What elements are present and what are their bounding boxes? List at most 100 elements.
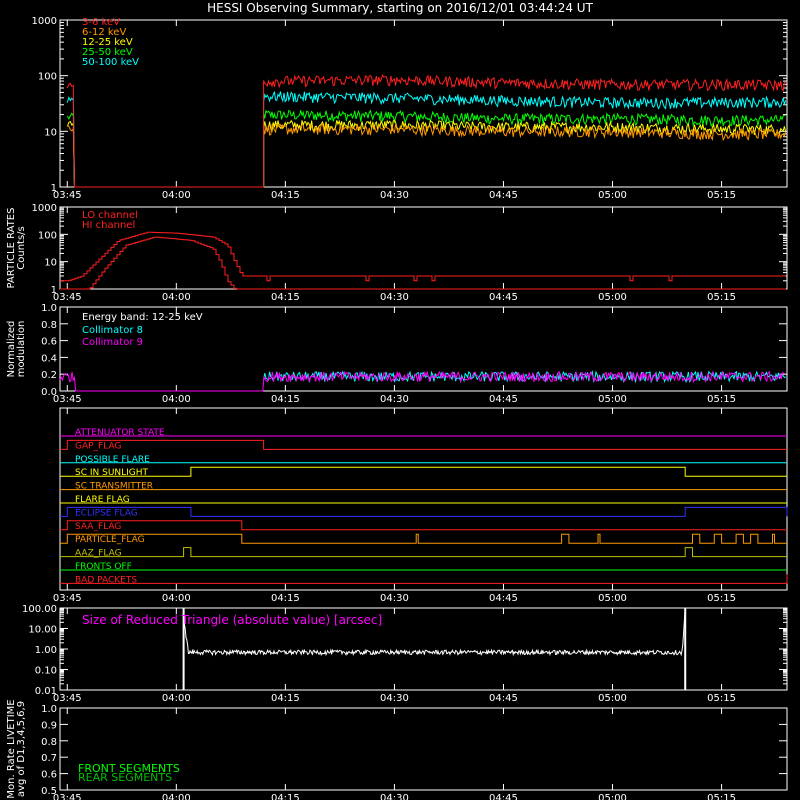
x-tick-label: 04:30 (380, 190, 409, 201)
x-tick-label: 05:15 (707, 793, 736, 800)
series-line-Collimator-9 (59, 370, 786, 392)
flag-line-BAD-PACKETS (60, 574, 788, 584)
x-tick-label: 04:45 (489, 693, 518, 704)
x-tick-label: 05:15 (707, 593, 736, 604)
flag-label: AAZ_FLAG (75, 549, 122, 559)
panel-frame (59, 407, 788, 591)
legend-entry: 50-100 keV (82, 57, 139, 68)
y-tick-label: 0.8 (41, 320, 57, 331)
x-tick-label: 04:15 (271, 292, 300, 303)
legend-entry: HI channel (82, 220, 135, 231)
panel-frame (59, 206, 788, 290)
flag-label: SAA_FLAG (75, 522, 121, 532)
x-tick-label: 04:15 (271, 693, 300, 704)
y-tick-label: 0.7 (41, 753, 57, 764)
y-tick-label: 0.6 (41, 770, 57, 781)
panel-3: 03:45 04:00 04:15 04:30 04:45 05:00 05:15 Norma… (6, 303, 788, 405)
y-axis-label-line: Counts/s (16, 226, 27, 270)
y-tick-label: 100.00 (22, 604, 57, 615)
x-tick-label: 04:15 (271, 593, 300, 604)
x-tick-label: 04:45 (489, 292, 518, 303)
legend-entry: Collimator 9 (82, 337, 143, 348)
y-tick-label: 0.10 (35, 666, 57, 677)
series-line-25-50-keV (66, 109, 786, 188)
panel-frame (59, 19, 788, 188)
y-tick-label: 0.0 (41, 387, 57, 398)
x-tick-label: 04:00 (162, 394, 191, 405)
flag-label: FLARE FLAG (75, 495, 130, 505)
flag-line-SC-IN-SUNLIGHT (60, 466, 787, 477)
panel-6: 03:45 04:00 04:15 04:30 04:45 05:00 05:15 Mon. … (6, 699, 788, 800)
x-tick-label: 04:30 (380, 793, 409, 800)
sas-annotation: Size of Reduced Triangle (absolute value… (82, 613, 382, 627)
x-tick-label: 05:00 (598, 693, 627, 704)
panel-5: 03:45 04:00 04:15 04:30 04:45 05:00 05:15 0.01 0… (22, 604, 788, 704)
flag-line-SAA-FLAG (60, 520, 787, 531)
flag-line-AAZ-FLAG (60, 547, 787, 558)
y-axis-label-line: modulation (16, 321, 27, 378)
figure-title: HESSI Observing Summary, starting on 201… (207, 1, 593, 15)
x-tick-label: 05:15 (707, 190, 736, 201)
energy-band-annotation: Energy band: 12-25 keV (82, 312, 203, 323)
x-tick-label: 05:00 (598, 190, 627, 201)
panel-1: 03:45 04:00 04:15 04:30 04:45 05:00 05:15 1 10 10… (32, 16, 788, 201)
x-tick-label: 03:45 (53, 593, 82, 604)
x-tick-label: 04:30 (380, 292, 409, 303)
y-tick-label: 100 (38, 230, 57, 241)
flag-label: POSSIBLE FLARE (75, 455, 150, 465)
flag-line-PARTICLE-FLAG (60, 533, 787, 544)
flag-label: SC IN SUNLIGHT (75, 468, 149, 478)
y-axis-label: PARTICLE RATESCounts/s (6, 208, 27, 289)
flag-line-ECLIPSE-FLAG (60, 506, 788, 517)
panel-2: 03:45 04:00 04:15 04:30 04:45 05:00 05:15 PARTI… (6, 203, 788, 303)
y-tick-label: 0.2 (41, 370, 57, 381)
y-tick-label: 0.5 (41, 786, 57, 797)
y-tick-label: 0.6 (41, 337, 57, 348)
x-tick-label: 05:00 (598, 394, 627, 405)
x-tick-label: 03:45 (53, 394, 82, 405)
y-tick-label: 1 (51, 285, 57, 296)
x-tick-label: 04:30 (380, 693, 409, 704)
x-tick-label: 04:00 (162, 693, 191, 704)
hessi-summary-figure: HESSI Observing Summary, starting on 201… (6, 1, 788, 800)
y-tick-label: 1.0 (41, 704, 57, 715)
flag-label: ECLIPSE FLAG (75, 508, 138, 518)
x-tick-label: 05:00 (598, 292, 627, 303)
y-tick-label: 0.4 (41, 353, 57, 364)
x-tick-label: 04:00 (162, 292, 191, 303)
x-tick-label: 05:00 (598, 793, 627, 800)
x-tick-label: 04:00 (162, 793, 191, 800)
y-tick-label: 1.0 (41, 303, 57, 314)
x-tick-label: 04:45 (489, 793, 518, 800)
x-tick-label: 04:00 (162, 190, 191, 201)
y-axis-label: Normalizedmodulation (6, 321, 27, 378)
flag-label: PARTICLE_FLAG (75, 535, 145, 545)
x-tick-label: 03:45 (53, 693, 82, 704)
y-tick-label: 10 (44, 258, 57, 269)
x-tick-label: 03:45 (53, 292, 82, 303)
panel-4: 03:45 04:00 04:15 04:30 04:45 05:00 05:15 ATTEN… (53, 407, 788, 604)
y-tick-label: 10.00 (28, 625, 57, 636)
series-line-50-100-keV (66, 91, 787, 188)
y-tick-label: 1000 (32, 203, 57, 214)
x-tick-label: 04:00 (162, 593, 191, 604)
series-line-LO-channel (60, 231, 786, 282)
x-tick-label: 04:15 (271, 793, 300, 800)
flag-label: BAD PACKETS (75, 575, 137, 585)
x-tick-label: 04:45 (489, 394, 518, 405)
x-tick-label: 04:15 (271, 394, 300, 405)
y-tick-label: 1.00 (35, 645, 57, 656)
x-tick-label: 04:45 (489, 593, 518, 604)
x-tick-label: 05:15 (707, 292, 736, 303)
flag-label: ATTENUATOR STATE (75, 428, 165, 438)
x-tick-label: 04:30 (380, 593, 409, 604)
flag-line-GAP-FLAG (60, 439, 787, 450)
x-tick-label: 05:15 (707, 394, 736, 405)
x-tick-label: 03:45 (53, 793, 82, 800)
x-tick-label: 03:45 (53, 190, 82, 201)
y-axis-label-line: avg of D1,3,4,5,6,9 (16, 701, 27, 797)
y-tick-label: 0.9 (41, 720, 57, 731)
legend-entry: REAR SEGMENTS (78, 771, 172, 784)
y-tick-label: 100 (38, 72, 57, 83)
y-tick-label: 0.8 (41, 737, 57, 748)
